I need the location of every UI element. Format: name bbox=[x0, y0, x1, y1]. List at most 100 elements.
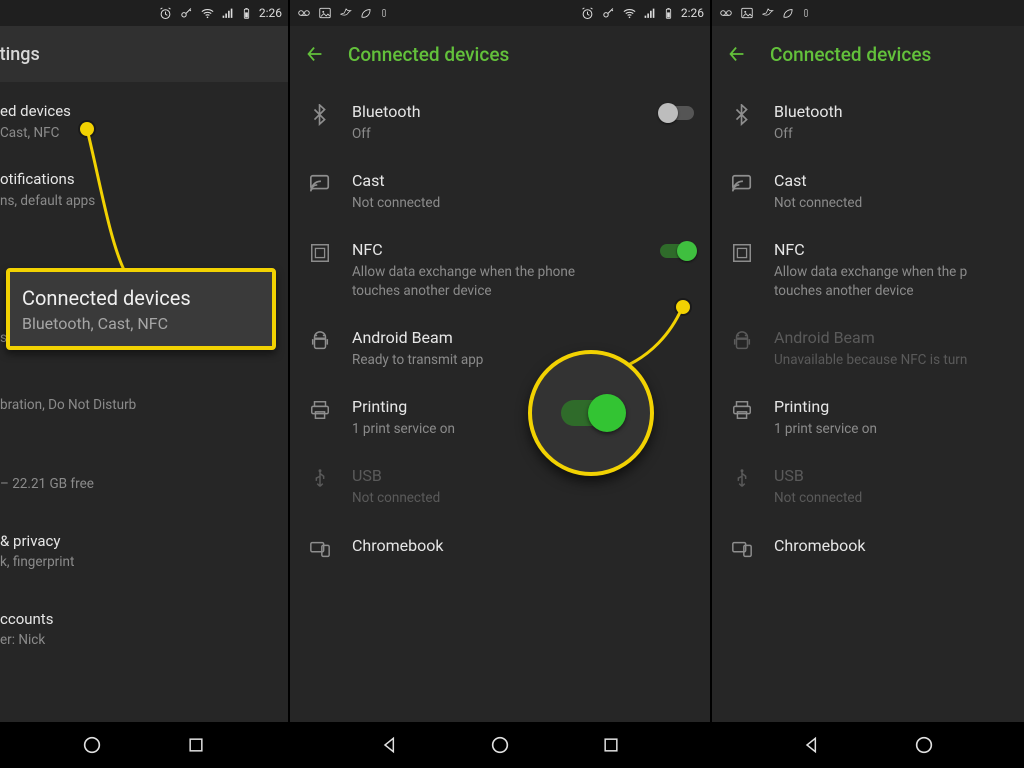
row-subtitle: k, fingerprint bbox=[0, 553, 272, 571]
status-bar: 2:26 bbox=[290, 0, 710, 26]
settings-appbar: ettings bbox=[0, 26, 288, 82]
nav-recent-icon[interactable] bbox=[185, 734, 207, 756]
nav-back-icon[interactable] bbox=[801, 734, 823, 756]
leaf-icon bbox=[781, 6, 795, 20]
bluetooth-toggle[interactable] bbox=[660, 106, 694, 120]
row-chromebook[interactable]: Chromebook bbox=[290, 522, 710, 574]
nav-home-icon[interactable] bbox=[81, 734, 103, 756]
alarm-icon bbox=[158, 6, 173, 21]
row-title: NFC bbox=[774, 240, 1008, 260]
nav-home-icon[interactable] bbox=[489, 734, 511, 756]
nfc-toggle[interactable] bbox=[660, 244, 694, 258]
row-subtitle: Not connected bbox=[352, 194, 694, 212]
row-android-beam[interactable]: Android BeamReady to transmit app bbox=[290, 314, 710, 383]
settings-row-notifications[interactable]: otificationsns, default apps bbox=[0, 156, 288, 224]
phone-connected-devices-off: Connected devices Bluetooth Off CastNot c… bbox=[712, 0, 1024, 768]
settings-row-sound[interactable]: bration, Do Not Disturb bbox=[0, 379, 288, 428]
row-subtitle: Not connected bbox=[352, 489, 694, 507]
wifi-icon bbox=[622, 6, 637, 21]
image-icon bbox=[318, 6, 332, 20]
row-nfc[interactable]: NFC Allow data exchange when the p touche… bbox=[712, 226, 1024, 313]
key-icon bbox=[601, 6, 616, 21]
clock-text: 2:26 bbox=[259, 6, 282, 20]
annotation-magnifier bbox=[528, 350, 654, 476]
callout-subtitle: Bluetooth, Cast, NFC bbox=[22, 314, 260, 333]
settings-list[interactable]: ed devicesCast, NFC otificationsns, defa… bbox=[0, 82, 288, 664]
printer-icon bbox=[309, 399, 331, 421]
row-subtitle: er: Nick bbox=[0, 631, 272, 649]
status-bar bbox=[712, 0, 1024, 26]
row-nfc[interactable]: NFC Allow data exchange when the phone to… bbox=[290, 226, 710, 313]
row-android-beam: Android Beam Unavailable because NFC is t… bbox=[712, 314, 1024, 383]
signal-icon bbox=[221, 7, 234, 20]
cast-icon bbox=[731, 173, 753, 195]
row-title: Chromebook bbox=[352, 536, 694, 556]
settings-row-storage[interactable]: – 22.21 GB free bbox=[0, 458, 288, 507]
back-button[interactable] bbox=[726, 43, 748, 65]
cast-icon bbox=[309, 173, 331, 195]
row-title: Bluetooth bbox=[774, 102, 1008, 122]
row-subtitle: Off bbox=[352, 125, 630, 143]
devices-icon bbox=[309, 538, 331, 560]
bird-icon bbox=[760, 6, 775, 20]
signal-icon bbox=[643, 7, 656, 20]
row-subtitle: Not connected bbox=[774, 194, 1008, 212]
row-title: Android Beam bbox=[352, 328, 694, 348]
row-printing[interactable]: Printing 1 print service on bbox=[712, 383, 1024, 452]
wifi-icon bbox=[200, 6, 215, 21]
page-title: Connected devices bbox=[770, 43, 931, 66]
row-subtitle: Cast, NFC bbox=[0, 124, 272, 142]
connected-devices-appbar: Connected devices bbox=[712, 26, 1024, 82]
nav-home-icon[interactable] bbox=[913, 734, 935, 756]
row-title: Bluetooth bbox=[352, 102, 630, 122]
android-icon bbox=[731, 330, 753, 352]
clock-text: 2:26 bbox=[681, 6, 704, 20]
row-subtitle: Not connected bbox=[774, 489, 1008, 507]
image-icon bbox=[740, 6, 754, 20]
bluetooth-icon bbox=[309, 104, 331, 126]
row-title: Android Beam bbox=[774, 328, 1008, 348]
settings-row-accounts[interactable]: ccountser: Nick bbox=[0, 596, 288, 664]
battery-icon bbox=[662, 6, 675, 21]
battery-small-icon bbox=[379, 6, 389, 20]
row-cast[interactable]: CastNot connected bbox=[290, 157, 710, 226]
connected-devices-appbar: Connected devices bbox=[290, 26, 710, 82]
row-bluetooth[interactable]: Bluetooth Off bbox=[712, 88, 1024, 157]
connected-devices-list: Bluetooth Off CastNot connected NFC Allow … bbox=[712, 82, 1024, 574]
row-usb: USBNot connected bbox=[290, 452, 710, 521]
row-subtitle: 1 print service on bbox=[774, 420, 1008, 438]
annotation-dot bbox=[80, 122, 94, 136]
page-title: ettings bbox=[0, 44, 40, 65]
row-title: USB bbox=[774, 466, 1008, 486]
row-bluetooth[interactable]: Bluetooth Off bbox=[290, 88, 710, 157]
row-title: NFC bbox=[352, 240, 630, 260]
row-subtitle: Allow data exchange when the p touches a… bbox=[774, 263, 1008, 299]
settings-row-security[interactable]: & privacyk, fingerprint bbox=[0, 518, 288, 586]
voicemail-icon bbox=[296, 6, 312, 20]
android-icon bbox=[309, 330, 331, 352]
nfc-icon bbox=[731, 242, 753, 264]
page-title: Connected devices bbox=[348, 43, 509, 66]
nav-recent-icon[interactable] bbox=[600, 734, 622, 756]
row-subtitle: – 22.21 GB free bbox=[0, 475, 272, 493]
annotation-dot bbox=[676, 300, 690, 314]
nav-bar bbox=[290, 722, 710, 768]
nav-bar bbox=[712, 722, 1024, 768]
printer-icon bbox=[731, 399, 753, 421]
row-subtitle: Off bbox=[774, 125, 1008, 143]
back-button[interactable] bbox=[304, 43, 326, 65]
row-subtitle: bration, Do Not Disturb bbox=[0, 396, 272, 414]
nav-back-icon[interactable] bbox=[379, 734, 401, 756]
row-subtitle: Unavailable because NFC is turn bbox=[774, 351, 1008, 369]
devices-icon bbox=[731, 538, 753, 560]
row-chromebook[interactable]: Chromebook bbox=[712, 522, 1024, 574]
row-cast[interactable]: CastNot connected bbox=[712, 157, 1024, 226]
key-icon bbox=[179, 6, 194, 21]
status-bar: 2:26 bbox=[0, 0, 288, 26]
row-subtitle: Allow data exchange when the phone touch… bbox=[352, 263, 592, 299]
row-title: Printing bbox=[774, 397, 1008, 417]
settings-row-connected-devices[interactable]: ed devicesCast, NFC bbox=[0, 88, 288, 156]
row-title: otifications bbox=[0, 170, 272, 189]
row-usb: USB Not connected bbox=[712, 452, 1024, 521]
alarm-icon bbox=[580, 6, 595, 21]
